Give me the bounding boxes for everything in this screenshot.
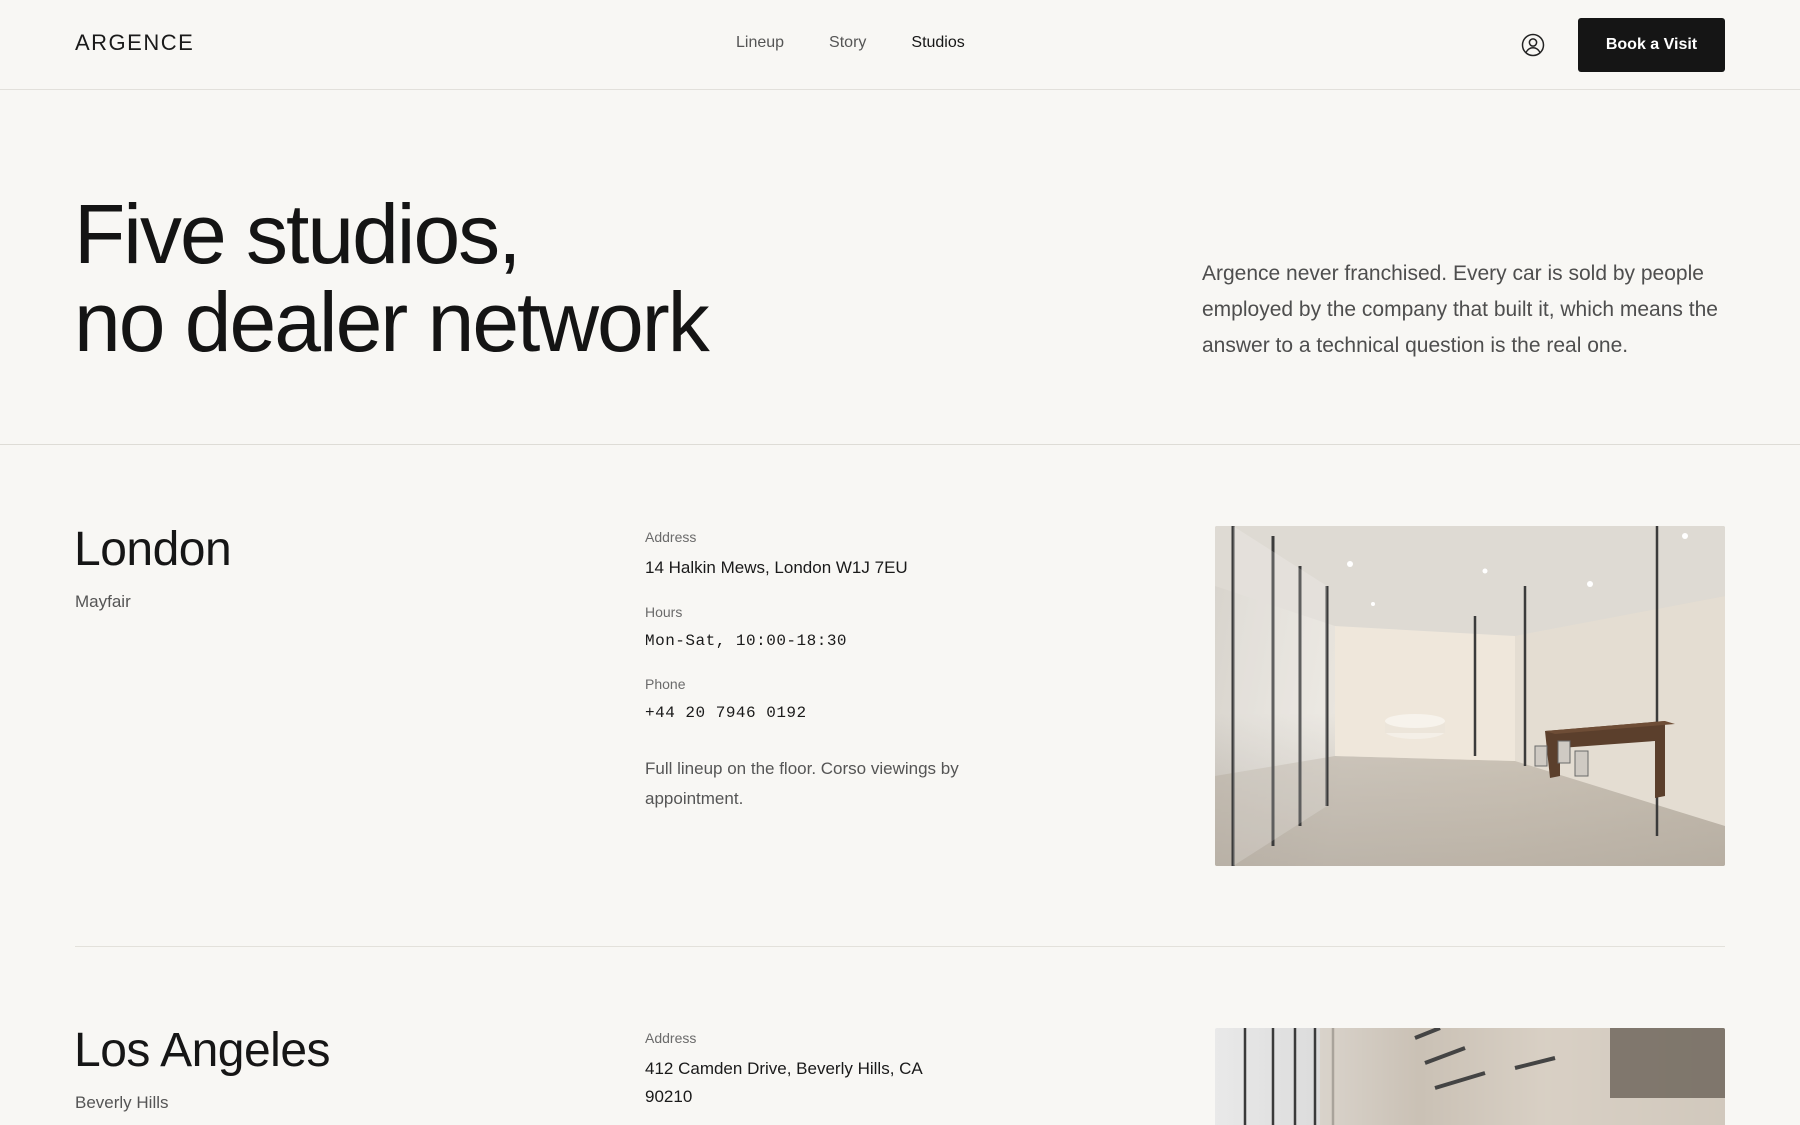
address-value: 412 Camden Drive, Beverly Hills, CA 9021… (645, 1059, 922, 1106)
studio-area: Beverly Hills (75, 1093, 169, 1112)
studio-los-angeles-photo (1215, 1028, 1725, 1125)
studio-london-photo (1215, 526, 1725, 866)
nav-link-lineup[interactable]: Lineup (736, 34, 784, 52)
studio-divider (75, 946, 1725, 947)
showroom-interior-image (1215, 526, 1725, 866)
address-label: Address (645, 529, 697, 545)
book-visit-button[interactable]: Book a Visit (1578, 18, 1725, 72)
showroom-interior-image (1243, 1028, 1725, 1125)
brand-logo[interactable]: ARGENCE (75, 30, 194, 56)
studio-note: Full lineup on the floor. Corso viewings… (645, 759, 959, 808)
studio-city: London (74, 523, 232, 576)
hours-label: Hours (645, 604, 683, 620)
user-circle-icon[interactable] (1521, 33, 1545, 57)
page-title: Five studios, no dealer network (74, 187, 710, 369)
phone-value[interactable]: +44 20 7946 0192 (645, 699, 965, 727)
studio-area: Mayfair (75, 592, 131, 611)
site-header: ARGENCE Lineup Story Studios Book a Visi… (0, 0, 1800, 90)
hero-description: Argence never franchised. Every car is s… (1202, 262, 1718, 357)
studio-city: Los Angeles (74, 1024, 331, 1077)
page-title-line-2: no dealer network (74, 275, 710, 369)
address-value: 14 Halkin Mews, London W1J 7EU (645, 558, 908, 577)
hours-value: Mon-Sat, 10:00-18:30 (645, 632, 848, 650)
main-nav: Lineup Story Studios (736, 34, 965, 52)
address-label: Address (645, 1030, 697, 1046)
page-title-line-1: Five studios, (74, 187, 522, 281)
nav-link-story[interactable]: Story (829, 34, 866, 52)
nav-link-studios[interactable]: Studios (911, 34, 964, 52)
phone-label: Phone (645, 676, 686, 692)
section-divider (0, 444, 1800, 445)
